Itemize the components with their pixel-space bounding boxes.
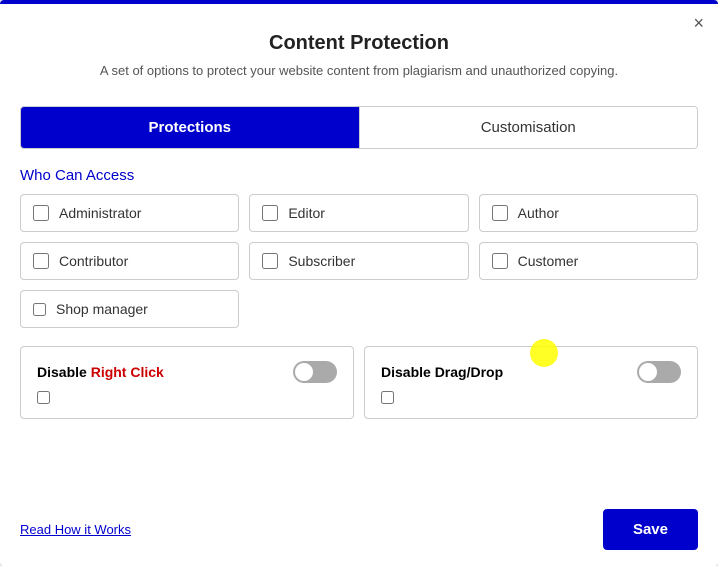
checkbox-contributor-label: Contributor (59, 253, 128, 269)
checkbox-shop-manager-label: Shop manager (56, 301, 148, 317)
checkbox-editor[interactable]: Editor (249, 194, 468, 232)
tab-customisation[interactable]: Customisation (360, 107, 698, 148)
checkboxes-grid: Administrator Editor Author Contributor … (20, 194, 698, 280)
disable-right-click-plain: Disable (37, 364, 91, 380)
last-checkbox-row: Shop manager (20, 290, 698, 328)
checkbox-shop-manager-input[interactable] (33, 303, 46, 316)
checkbox-customer[interactable]: Customer (479, 242, 698, 280)
checkbox-contributor[interactable]: Contributor (20, 242, 239, 280)
checkbox-editor-input[interactable] (262, 205, 278, 221)
modal-subtitle: A set of options to protect your website… (20, 63, 698, 78)
disable-drag-drop-sub (381, 391, 681, 404)
checkbox-customer-input[interactable] (492, 253, 508, 269)
checkbox-author[interactable]: Author (479, 194, 698, 232)
checkbox-editor-label: Editor (288, 205, 325, 221)
who-can-access-label: Who Can Access (20, 167, 698, 184)
disable-right-click-sub-checkbox[interactable] (37, 391, 50, 404)
checkbox-shop-manager[interactable]: Shop manager (20, 290, 239, 328)
tab-bar: Protections Customisation (20, 106, 698, 149)
disable-right-click-card: Disable Right Click (20, 346, 354, 419)
save-button[interactable]: Save (603, 509, 698, 550)
disable-right-click-sub (37, 391, 337, 404)
checkbox-author-label: Author (518, 205, 559, 221)
checkbox-author-input[interactable] (492, 205, 508, 221)
disable-right-click-highlight: Right Click (91, 364, 164, 380)
disable-drag-drop-toggle[interactable] (637, 361, 681, 383)
checkbox-subscriber-label: Subscriber (288, 253, 355, 269)
read-how-it-works-link[interactable]: Read How it Works (20, 522, 131, 537)
checkbox-subscriber[interactable]: Subscriber (249, 242, 468, 280)
tab-protections[interactable]: Protections (21, 107, 359, 148)
checkbox-customer-label: Customer (518, 253, 579, 269)
protection-cards: Disable Right Click Disable Drag/Drop (20, 346, 698, 419)
modal-title: Content Protection (20, 32, 698, 55)
checkbox-contributor-input[interactable] (33, 253, 49, 269)
checkbox-administrator[interactable]: Administrator (20, 194, 239, 232)
disable-drag-drop-title: Disable Drag/Drop (381, 364, 503, 380)
disable-right-click-header: Disable Right Click (37, 361, 337, 383)
modal: × Content Protection A set of options to… (0, 0, 718, 566)
disable-drag-drop-header: Disable Drag/Drop (381, 361, 681, 383)
checkbox-administrator-input[interactable] (33, 205, 49, 221)
disable-drag-drop-sub-checkbox[interactable] (381, 391, 394, 404)
disable-right-click-toggle[interactable] (293, 361, 337, 383)
checkbox-administrator-label: Administrator (59, 205, 141, 221)
disable-drag-drop-card: Disable Drag/Drop (364, 346, 698, 419)
disable-right-click-title: Disable Right Click (37, 364, 164, 380)
close-button[interactable]: × (693, 14, 704, 32)
modal-header: Content Protection A set of options to p… (0, 4, 718, 88)
modal-footer: Read How it Works Save (0, 493, 718, 566)
checkbox-subscriber-input[interactable] (262, 253, 278, 269)
